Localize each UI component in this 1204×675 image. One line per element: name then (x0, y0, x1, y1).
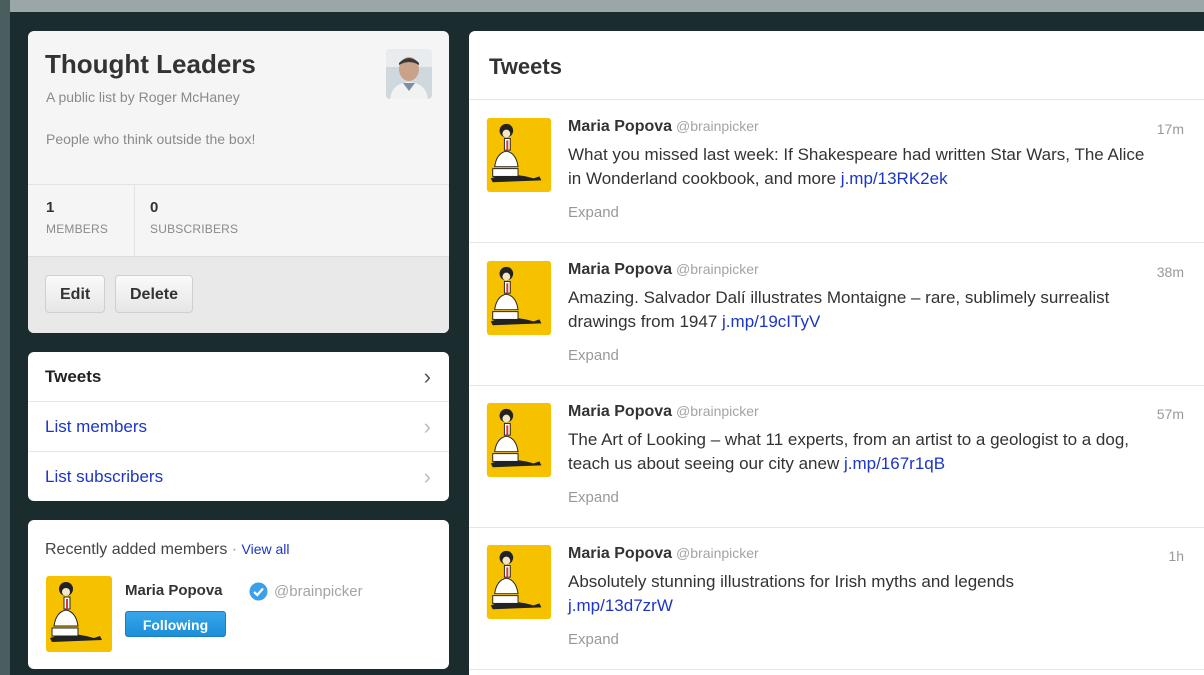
list-description: People who think outside the box! (46, 131, 256, 147)
following-button[interactable]: Following (125, 611, 226, 637)
expand-link[interactable]: Expand (568, 204, 619, 221)
tweet-item[interactable]: Maria Popova @brainpicker 17m What you mi… (469, 100, 1204, 243)
tweet-author[interactable]: Maria Popova @brainpicker (568, 118, 759, 136)
tweet-link[interactable]: j.mp/13d7zrW (568, 596, 673, 615)
owner-photo-icon (386, 49, 432, 99)
author-handle: @brainpicker (676, 118, 759, 134)
tweet-body: Absolutely stunning illustrations for Ir… (568, 572, 1015, 591)
tweet-avatar[interactable] (486, 261, 552, 335)
tweet-item[interactable]: Maria Popova @brainpicker 1h Absolutely s… (469, 527, 1204, 670)
author-name: Maria Popova (568, 118, 673, 135)
members-count: 1 (46, 199, 55, 216)
recent-members-card: Recently added members · View all Maria … (28, 520, 449, 669)
tweet-author[interactable]: Maria Popova @brainpicker (568, 261, 759, 279)
tweet-item[interactable]: Maria Popova @brainpicker 38m Amazing. Sa… (469, 243, 1204, 386)
tweet-text: The Art of Looking – what 11 experts, fr… (568, 428, 1148, 476)
delete-button[interactable]: Delete (115, 275, 194, 313)
member-name[interactable]: Maria Popova (125, 582, 223, 599)
nav-item-tweets[interactable]: Tweets › (28, 352, 449, 402)
subscribers-count: 0 (150, 199, 159, 216)
tweets-panel: Tweets Maria Popova @brainpicker 17m What… (469, 31, 1204, 675)
subscribers-stat[interactable]: 0 SUBSCRIBERS (150, 199, 238, 236)
author-name: Maria Popova (568, 261, 673, 278)
stat-divider (134, 184, 135, 256)
tweet-avatar[interactable] (486, 403, 552, 477)
list-profile-card: Thought Leaders A public list by Roger M… (28, 31, 449, 333)
list-title: Thought Leaders (45, 49, 256, 79)
author-handle: @brainpicker (676, 545, 759, 561)
tweet-timestamp[interactable]: 1h (1168, 548, 1184, 564)
tweets-panel-title: Tweets (489, 54, 562, 79)
tweet-avatar[interactable] (486, 118, 552, 192)
brainpicker-avatar-icon (486, 403, 552, 477)
author-name: Maria Popova (568, 545, 673, 562)
tweet-timestamp[interactable]: 17m (1157, 121, 1184, 137)
author-handle: @brainpicker (676, 261, 759, 277)
list-byline: A public list by Roger McHaney (46, 89, 240, 105)
tweet-text: Absolutely stunning illustrations for Ir… (568, 570, 1148, 618)
window-top-border (0, 0, 1204, 12)
list-actions-bar: Edit Delete (28, 256, 449, 333)
tweet-body: Amazing. Salvador Dalí illustrates Monta… (568, 288, 1110, 331)
nav-item-list-members[interactable]: List members › (28, 402, 449, 452)
tweet-timestamp[interactable]: 38m (1157, 264, 1184, 280)
edit-button[interactable]: Edit (45, 275, 106, 313)
brainpicker-avatar-icon (46, 576, 112, 652)
divider (28, 184, 449, 185)
nav-item-label: List subscribers (45, 467, 164, 486)
list-nav-card: Tweets › List members › List subscribers… (28, 352, 449, 501)
author-name: Maria Popova (568, 403, 673, 420)
tweet-author[interactable]: Maria Popova @brainpicker (568, 403, 759, 421)
author-handle: @brainpicker (676, 403, 759, 419)
recent-members-heading: Recently added members · View all (45, 541, 290, 559)
tweet-timestamp[interactable]: 57m (1157, 406, 1184, 422)
recent-heading-text: Recently added members (45, 541, 228, 558)
tweet-text: Amazing. Salvador Dalí illustrates Monta… (568, 286, 1148, 334)
window-left-border (0, 0, 10, 675)
tweet-link[interactable]: j.mp/19cITyV (722, 312, 820, 331)
chevron-right-icon: › (423, 364, 431, 389)
tweet-avatar[interactable] (486, 545, 552, 619)
member-handle[interactable]: @brainpicker (274, 583, 363, 600)
chevron-right-icon: › (423, 414, 431, 439)
expand-link[interactable]: Expand (568, 489, 619, 506)
tweet-link[interactable]: j.mp/13RK2ek (841, 169, 948, 188)
subscribers-label: SUBSCRIBERS (150, 222, 239, 236)
verified-badge-icon (249, 582, 268, 601)
heading-separator: · (227, 541, 242, 558)
brainpicker-avatar-icon (486, 118, 552, 192)
view-all-link[interactable]: View all (242, 541, 290, 557)
tweet-item[interactable]: Maria Popova @brainpicker 57m The Art of … (469, 385, 1204, 528)
nav-item-list-subscribers[interactable]: List subscribers › (28, 452, 449, 501)
members-stat[interactable]: 1 MEMBERS (46, 199, 108, 236)
nav-item-label: List members (45, 417, 148, 436)
tweet-text: What you missed last week: If Shakespear… (568, 143, 1148, 191)
owner-avatar[interactable] (386, 49, 432, 99)
brainpicker-avatar-icon (486, 261, 552, 335)
member-avatar[interactable] (46, 576, 112, 652)
chevron-right-icon: › (423, 464, 431, 489)
tweet-author[interactable]: Maria Popova @brainpicker (568, 545, 759, 563)
tweet-link[interactable]: j.mp/167r1qB (844, 454, 945, 473)
brainpicker-avatar-icon (486, 545, 552, 619)
members-label: MEMBERS (46, 222, 109, 236)
expand-link[interactable]: Expand (568, 631, 619, 648)
nav-item-label: Tweets (45, 367, 102, 386)
expand-link[interactable]: Expand (568, 347, 619, 364)
